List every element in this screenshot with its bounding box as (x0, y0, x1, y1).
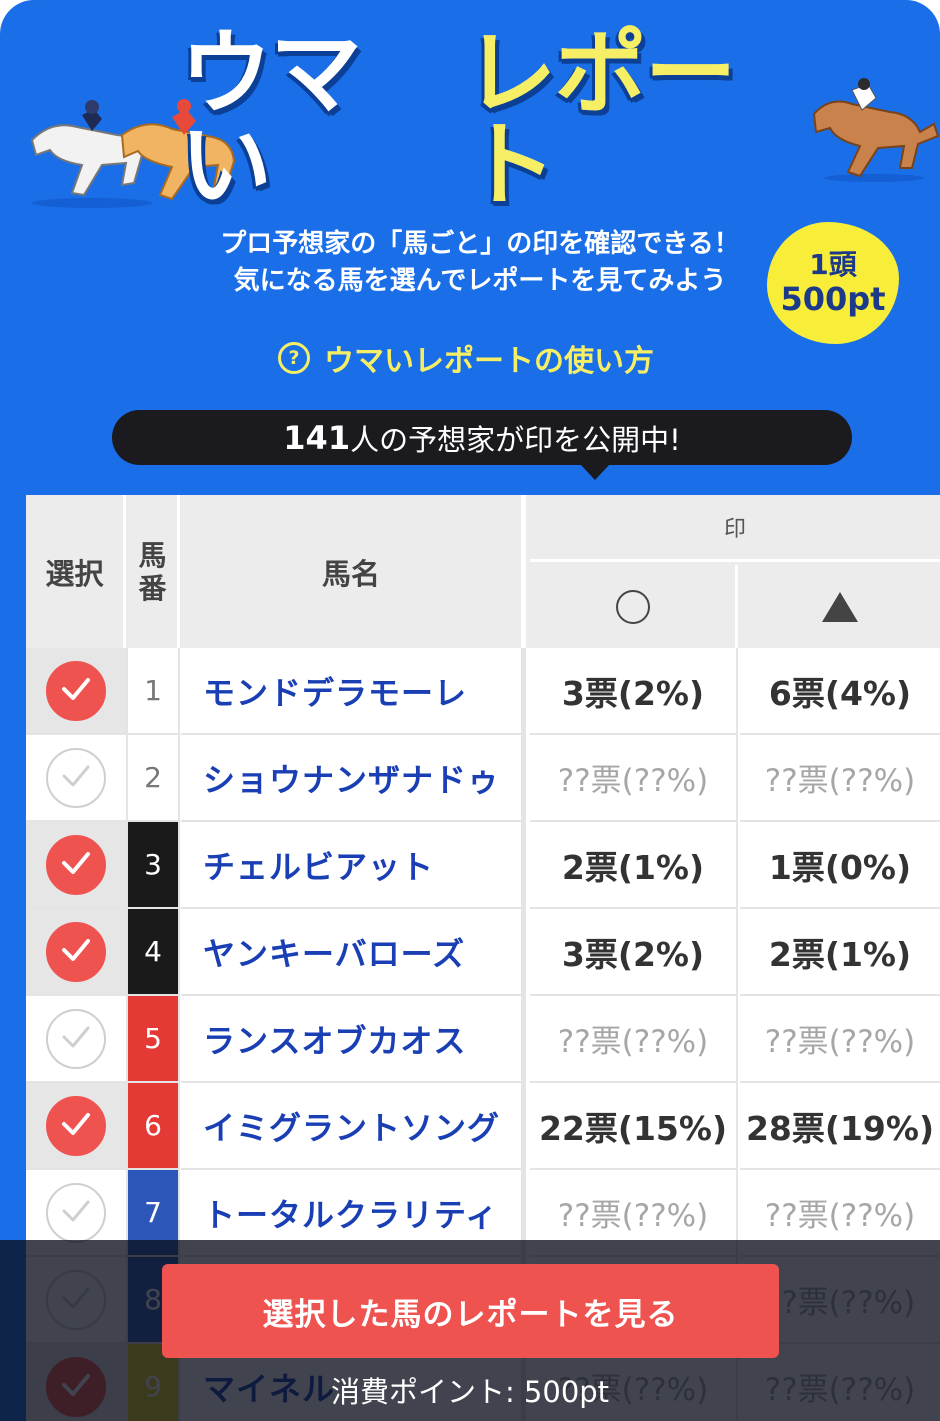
circle-mark-votes: 3票(2%) (530, 648, 738, 735)
question-circle-icon: ? (278, 342, 310, 374)
report-title: ウマい レポート (180, 28, 820, 212)
column-header-number-line2: 番 (138, 571, 167, 605)
price-badge-unit: 1頭 (809, 247, 857, 281)
checkmark-icon (59, 759, 93, 797)
forecaster-count: 141 (283, 418, 351, 457)
column-header-number-line1: 馬 (138, 538, 167, 572)
circle-mark-votes: ??票(??%) (530, 996, 738, 1083)
howto-label: ウマいレポートの使い方 (324, 344, 654, 379)
select-checkbox[interactable] (46, 834, 106, 895)
price-badge-points: 500pt (780, 279, 886, 318)
triangle-mark-icon (822, 591, 858, 622)
horse-number: 3 (128, 822, 180, 909)
report-hero: ウマい レポート プロ予想家の「馬ごと」の印を確認できる！ 気になる馬を選んでレ… (0, 0, 940, 495)
select-checkbox[interactable] (46, 1182, 106, 1243)
lead-line-1: プロ予想家の「馬ごと」の印を確認できる！ (220, 229, 740, 259)
checkmark-icon (59, 846, 93, 884)
horse-number: 4 (128, 909, 180, 996)
circle-mark-votes: 3票(2%) (530, 909, 738, 996)
circle-mark-icon (615, 589, 650, 624)
table-row[interactable]: 4 ヤンキーバローズ 3票(2%) 2票(1%) (26, 909, 940, 996)
horse-number: 5 (128, 996, 180, 1083)
select-checkbox[interactable] (46, 660, 106, 721)
horse-name[interactable]: ランスオブカオス (181, 996, 526, 1083)
checkmark-icon (59, 1194, 93, 1232)
horse-name[interactable]: イミグラントソング (181, 1083, 526, 1170)
select-cell (26, 1083, 128, 1170)
horse-name[interactable]: ヤンキーバローズ (181, 909, 526, 996)
racing-horse-illustration (812, 78, 940, 182)
select-cell (26, 996, 128, 1083)
column-header-horse-name: 馬名 (181, 495, 526, 648)
horse-name[interactable]: チェルビアット (181, 822, 526, 909)
circle-mark-votes: 2票(1%) (530, 822, 738, 909)
column-header-triangle-mark (740, 565, 940, 648)
triangle-mark-votes: ??票(??%) (740, 735, 940, 822)
circle-mark-votes: ??票(??%) (530, 735, 738, 822)
forecaster-count-banner: 141 人の予想家が印を公開中! (112, 410, 852, 480)
triangle-mark-votes: 1票(0%) (740, 822, 940, 909)
table-row[interactable]: 1 モンドデラモーレ 3票(2%) 6票(4%) (26, 648, 940, 735)
howto-link[interactable]: ? ウマいレポートの使い方 (278, 334, 654, 382)
triangle-mark-votes: 2票(1%) (740, 909, 940, 996)
horse-number: 2 (128, 735, 180, 822)
select-checkbox[interactable] (46, 1095, 106, 1156)
title-yellow-part: レポート (464, 20, 737, 219)
triangle-mark-votes: 6票(4%) (740, 648, 940, 735)
checkmark-icon (59, 672, 93, 710)
horse-number: 1 (128, 648, 180, 735)
table-row[interactable]: 3 チェルビアット 2票(1%) 1票(0%) (26, 822, 940, 909)
select-cell (26, 735, 128, 822)
table-row[interactable]: 5 ランスオブカオス ??票(??%) ??票(??%) (26, 996, 940, 1083)
horse-name[interactable]: モンドデラモーレ (181, 648, 526, 735)
triangle-mark-votes: 28票(19%) (740, 1083, 940, 1170)
select-checkbox[interactable] (46, 921, 106, 982)
horse-name[interactable]: ショウナンザナドゥ (181, 735, 526, 822)
checkmark-icon (59, 933, 93, 971)
lead-text: プロ予想家の「馬ごと」の印を確認できる！ 気になる馬を選んでレポートを見てみよう (160, 226, 800, 300)
checkmark-icon (59, 1107, 93, 1145)
horse-number: 6 (128, 1083, 180, 1170)
view-report-button[interactable]: 選択した馬のレポートを見る (162, 1264, 779, 1358)
select-cell (26, 909, 128, 996)
table-header: 選択 馬 番 馬名 印 (26, 495, 940, 648)
select-cell (26, 822, 128, 909)
table-row[interactable]: 2 ショウナンザナドゥ ??票(??%) ??票(??%) (26, 735, 940, 822)
column-header-number: 馬 番 (128, 495, 180, 648)
select-checkbox[interactable] (46, 747, 106, 808)
select-cell (26, 648, 128, 735)
forecaster-count-suffix: 人の予想家が印を公開中! (350, 422, 681, 457)
price-badge: 1頭 500pt (767, 222, 899, 344)
title-white-part: ウマい (180, 20, 362, 219)
select-checkbox[interactable] (46, 1008, 106, 1069)
triangle-mark-votes: ??票(??%) (740, 996, 940, 1083)
column-header-circle-mark (530, 565, 738, 648)
banner-pointer (580, 464, 610, 480)
column-header-mark: 印 (530, 495, 940, 562)
table-row[interactable]: 6 イミグラントソング 22票(15%) 28票(19%) (26, 1083, 940, 1170)
checkmark-icon (59, 1020, 93, 1058)
column-header-select: 選択 (26, 495, 126, 648)
points-cost-label: 消費ポイント: 500pt (330, 1375, 610, 1409)
lead-line-2: 気になる馬を選んでレポートを見てみよう (233, 266, 727, 296)
circle-mark-votes: 22票(15%) (530, 1083, 738, 1170)
